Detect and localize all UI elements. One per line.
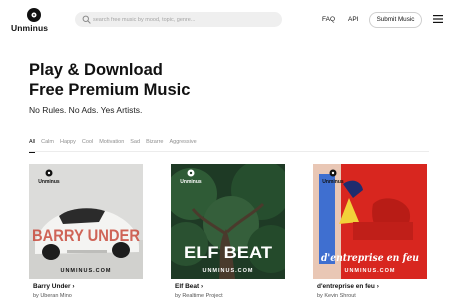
site-logo[interactable]: Unminus <box>11 8 51 34</box>
chevron-right-icon: › <box>72 283 75 290</box>
track-cover-image[interactable]: BARRY UNDER Unminus UNMINUS.COM <box>29 164 143 279</box>
filter-tab-motivation[interactable]: Motivation <box>99 138 124 150</box>
nav-api-link[interactable]: API <box>348 16 358 23</box>
cover-domain: UNMINUS.COM <box>202 268 253 274</box>
chevron-right-icon: › <box>201 283 204 290</box>
track-title[interactable]: Elf Beat › <box>175 283 203 290</box>
cover-big-text: d'entreprise en feu <box>321 253 419 264</box>
filter-tab-bizarre[interactable]: Bizarre <box>146 138 163 150</box>
submit-music-button[interactable]: Submit Music <box>369 12 422 28</box>
site-header: Unminus FAQ API Submit Music <box>0 0 456 38</box>
filter-tab-cool[interactable]: Cool <box>82 138 93 150</box>
cover-big-text: ELF BEAT <box>184 243 273 262</box>
filter-tab-sad[interactable]: Sad <box>130 138 140 150</box>
track-title-text: Elf Beat <box>175 283 200 290</box>
cover-brand: Unminus <box>180 179 202 185</box>
track-title[interactable]: Barry Under › <box>33 283 75 290</box>
mood-filter-tabs: All Calm Happy Cool Motivation Sad Bizar… <box>29 138 197 153</box>
hero-subtitle: No Rules. No Ads. Yes Artists. <box>29 105 143 115</box>
cover-big-text: BARRY UNDER <box>32 226 140 245</box>
chevron-right-icon: › <box>376 283 379 290</box>
vinyl-note-icon <box>27 8 41 22</box>
track-artist[interactable]: by Realtime Project <box>175 293 223 299</box>
cover-domain: UNMINUS.COM <box>60 268 111 274</box>
cover-brand: Unminus <box>38 179 60 185</box>
filter-tab-happy[interactable]: Happy <box>60 138 76 150</box>
search-bar[interactable] <box>75 12 282 27</box>
hamburger-menu-icon[interactable] <box>433 15 443 23</box>
track-title-text: d'entreprise en feu <box>317 283 375 290</box>
track-title-text: Barry Under <box>33 283 71 290</box>
track-cover-image[interactable]: ELF BEAT Unminus UNMINUS.COM <box>171 164 285 279</box>
track-artist[interactable]: by Kevin Shrout <box>317 293 356 299</box>
filter-tab-calm[interactable]: Calm <box>41 138 54 150</box>
logo-text: Unminus <box>11 23 49 33</box>
filters-divider <box>29 151 429 152</box>
search-icon <box>82 15 91 24</box>
track-artist[interactable]: by Uberan Mino <box>33 293 72 299</box>
cover-domain: UNMINUS.COM <box>344 268 395 274</box>
filter-tab-aggressive[interactable]: Aggressive <box>169 138 196 150</box>
hero-title: Play & Download Free Premium Music <box>29 61 190 100</box>
nav-faq-link[interactable]: FAQ <box>322 16 335 23</box>
track-title[interactable]: d'entreprise en feu › <box>317 283 379 290</box>
search-input[interactable] <box>93 12 278 27</box>
filter-tab-all[interactable]: All <box>29 138 36 153</box>
hero-title-line2: Free Premium Music <box>29 80 191 99</box>
cover-brand: Unminus <box>322 179 344 185</box>
track-cover-image[interactable]: d'entreprise en feu Unminus UNMINUS.COM <box>313 164 427 279</box>
hero-title-line1: Play & Download <box>29 61 163 79</box>
